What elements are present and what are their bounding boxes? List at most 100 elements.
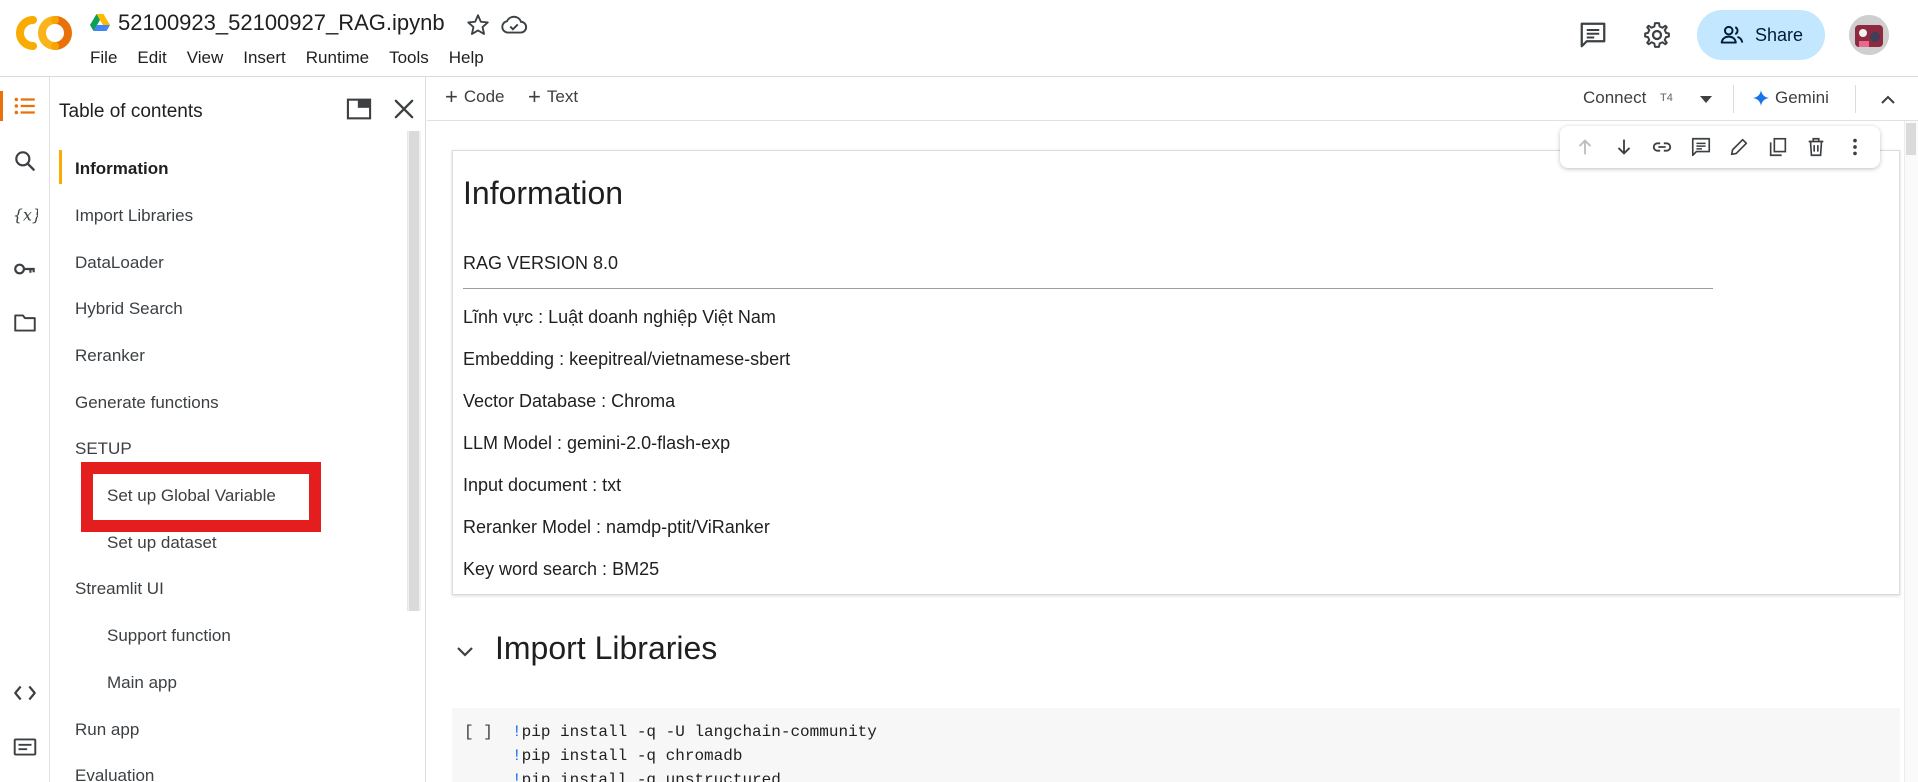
menu-file[interactable]: File bbox=[90, 46, 125, 70]
notebook-scrollbar-thumb[interactable] bbox=[1906, 123, 1916, 155]
information-text-cell[interactable]: Information RAG VERSION 8.0 Lĩnh vực : L… bbox=[452, 150, 1900, 595]
add-code-label: Code bbox=[463, 87, 505, 106]
toc-item-set-up-dataset[interactable]: Set up dataset bbox=[107, 533, 217, 553]
toolbar-divider bbox=[1855, 85, 1856, 113]
move-cell-up-button[interactable] bbox=[1573, 135, 1597, 159]
folder-icon bbox=[14, 314, 36, 332]
rail-search[interactable] bbox=[0, 139, 50, 183]
settings-gear-icon[interactable] bbox=[1642, 20, 1672, 50]
toolbar-divider bbox=[1733, 85, 1734, 113]
mirror-cell-icon bbox=[1769, 137, 1786, 157]
toc-item-main-app[interactable]: Main app bbox=[107, 673, 177, 693]
info-line-embedding: Embedding : keepitreal/vietnamese-sbert bbox=[463, 349, 791, 369]
pencil-icon bbox=[1731, 138, 1748, 156]
share-label: Share bbox=[1754, 24, 1804, 45]
arrow-up-icon bbox=[1579, 139, 1592, 155]
open-in-tab-icon[interactable] bbox=[345, 95, 373, 123]
trash-icon bbox=[1808, 137, 1824, 157]
menu-edit[interactable]: Edit bbox=[137, 46, 174, 70]
info-line-keyword-search: Key word search : BM25 bbox=[463, 559, 660, 579]
people-icon bbox=[1720, 25, 1744, 44]
runtime-type-label: T4 bbox=[1660, 92, 1673, 104]
colab-logo-icon[interactable] bbox=[14, 14, 74, 52]
chevron-up-icon[interactable] bbox=[1876, 89, 1900, 111]
toc-item-support-function[interactable]: Support function bbox=[107, 626, 231, 646]
menu-bar: File Edit View Insert Runtime Tools Help bbox=[90, 46, 504, 70]
user-avatar[interactable] bbox=[1849, 15, 1889, 55]
rail-files[interactable] bbox=[0, 301, 50, 345]
menu-view[interactable]: View bbox=[187, 46, 232, 70]
info-line-llm-model: LLM Model : gemini-2.0-flash-exp bbox=[463, 433, 731, 453]
table-of-contents-icon bbox=[14, 97, 35, 115]
menu-insert[interactable]: Insert bbox=[243, 46, 294, 70]
rail-secrets[interactable] bbox=[0, 247, 50, 291]
gemini-label: Gemini bbox=[1775, 88, 1829, 107]
code-line: !pip install -q unstructured bbox=[512, 771, 781, 782]
gemini-button[interactable]: Gemini bbox=[1753, 88, 1829, 108]
info-line-reranker-model: Reranker Model : namdp-ptit/ViRanker bbox=[463, 517, 770, 537]
google-drive-icon bbox=[90, 14, 110, 31]
section-heading: Import Libraries bbox=[495, 630, 718, 666]
side-icon-rail: {x} bbox=[0, 77, 50, 782]
search-icon bbox=[15, 151, 35, 171]
toc-item-streamlit-ui[interactable]: Streamlit UI bbox=[75, 579, 164, 599]
toc-item-import-libraries[interactable]: Import Libraries bbox=[75, 206, 193, 226]
rail-variables[interactable]: {x} bbox=[0, 193, 50, 237]
toc-item-evaluation[interactable]: Evaluation bbox=[75, 766, 154, 782]
code-line: !pip install -q chromadb bbox=[512, 747, 743, 765]
toc-item-reranker[interactable]: Reranker bbox=[75, 346, 145, 366]
notebook-toolbar: + Code + Text bbox=[427, 77, 1918, 121]
toc-item-generate-functions[interactable]: Generate functions bbox=[75, 393, 219, 413]
toc-scrollbar-thumb[interactable] bbox=[409, 131, 419, 611]
add-text-button[interactable]: + Text bbox=[528, 84, 579, 109]
plus-icon: + bbox=[445, 84, 458, 109]
delete-cell-button[interactable] bbox=[1804, 135, 1828, 159]
copy-link-button[interactable] bbox=[1650, 135, 1674, 159]
comments-icon[interactable] bbox=[1578, 20, 1608, 50]
connect-button[interactable]: Connect bbox=[1583, 88, 1646, 108]
plus-icon: + bbox=[528, 84, 541, 109]
toc-item-dataloader[interactable]: DataLoader bbox=[75, 253, 164, 273]
notebook-scrollbar-track[interactable] bbox=[1904, 121, 1918, 782]
add-code-button[interactable]: + Code bbox=[445, 84, 505, 109]
menu-runtime[interactable]: Runtime bbox=[306, 46, 377, 70]
toc-item-information[interactable]: Information bbox=[75, 159, 169, 179]
code-brackets-icon bbox=[14, 685, 36, 701]
toc-item-setup[interactable]: SETUP bbox=[75, 439, 132, 459]
code-cell[interactable]: [ ] !pip install -q -U langchain-communi… bbox=[452, 708, 1900, 782]
notebook-filename[interactable]: 52100923_52100927_RAG.ipynb bbox=[118, 10, 445, 36]
more-actions-button[interactable] bbox=[1843, 135, 1867, 159]
table-of-contents-panel: Table of contents Information Import Lib… bbox=[50, 77, 426, 782]
terminal-icon bbox=[13, 738, 37, 756]
more-vertical-icon bbox=[1852, 138, 1857, 156]
menu-help[interactable]: Help bbox=[449, 46, 492, 70]
toc-title: Table of contents bbox=[59, 101, 203, 122]
edit-cell-button[interactable] bbox=[1727, 135, 1751, 159]
star-icon[interactable] bbox=[465, 12, 491, 38]
link-icon bbox=[1653, 142, 1672, 152]
rail-code-snippets[interactable] bbox=[0, 671, 50, 715]
svg-text:{x}: {x} bbox=[13, 206, 38, 225]
collapse-section-chevron-icon[interactable] bbox=[452, 640, 478, 662]
key-icon bbox=[14, 263, 35, 275]
share-button[interactable]: Share bbox=[1697, 10, 1825, 60]
variables-icon: {x} bbox=[13, 206, 38, 225]
add-text-label: Text bbox=[546, 87, 579, 106]
cell-run-indicator[interactable]: [ ] bbox=[464, 723, 493, 741]
toc-item-hybrid-search[interactable]: Hybrid Search bbox=[75, 299, 183, 319]
highlight-annotation-box bbox=[81, 462, 321, 532]
chevron-down-icon[interactable] bbox=[1697, 92, 1715, 106]
menu-tools[interactable]: Tools bbox=[389, 46, 437, 70]
close-icon[interactable] bbox=[390, 95, 418, 123]
rail-terminal[interactable] bbox=[0, 725, 50, 769]
mirror-cell-button[interactable] bbox=[1766, 135, 1790, 159]
info-line-domain: Lĩnh vực : Luật doanh nghiệp Việt Nam bbox=[463, 307, 776, 327]
move-cell-down-button[interactable] bbox=[1612, 135, 1636, 159]
toc-item-run-app[interactable]: Run app bbox=[75, 720, 139, 740]
cloud-saved-icon[interactable] bbox=[500, 12, 528, 38]
rail-table-of-contents[interactable] bbox=[0, 84, 50, 128]
rag-version-text: RAG VERSION 8.0 bbox=[463, 253, 619, 273]
add-comment-button[interactable] bbox=[1689, 135, 1713, 159]
horizontal-rule bbox=[463, 288, 1713, 289]
info-line-vector-db: Vector Database : Chroma bbox=[463, 391, 676, 411]
